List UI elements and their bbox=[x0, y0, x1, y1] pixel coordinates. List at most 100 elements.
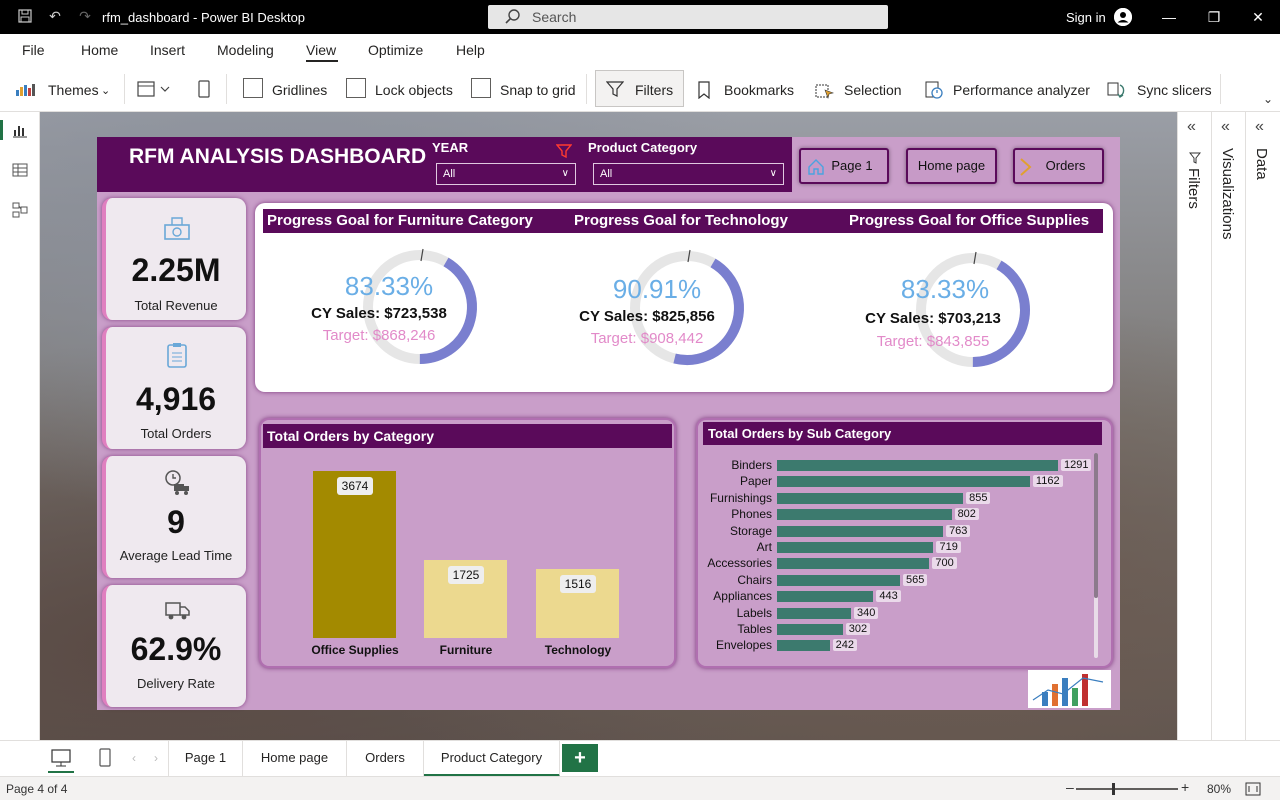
report-title: RFM ANALYSIS DASHBOARD bbox=[129, 145, 427, 168]
zoom-level: 80% bbox=[1207, 782, 1232, 796]
undo-icon[interactable]: ↶ bbox=[46, 8, 64, 26]
sync-slicers-button[interactable]: Sync slicers bbox=[1137, 82, 1212, 98]
mobile-layout-icon[interactable] bbox=[198, 80, 210, 103]
subcategory-value: 855 bbox=[966, 491, 991, 504]
zoom-slider-thumb[interactable] bbox=[1112, 783, 1115, 795]
snap-to-grid-checkbox[interactable] bbox=[471, 78, 491, 98]
tab-home-page[interactable]: Home page bbox=[243, 741, 347, 777]
subcategory-bar[interactable] bbox=[777, 640, 830, 652]
subcategory-bar[interactable] bbox=[777, 492, 964, 504]
chevron-down-icon: ∨ bbox=[769, 168, 777, 179]
data-pane[interactable]: « Data bbox=[1246, 112, 1280, 740]
filter-clear-icon[interactable] bbox=[555, 143, 573, 164]
restore-icon[interactable]: ❐ bbox=[1205, 8, 1223, 26]
kpi-value: 62.9% bbox=[130, 631, 222, 667]
close-icon[interactable]: ✕ bbox=[1249, 8, 1267, 26]
subcategory-bar[interactable] bbox=[777, 542, 934, 553]
zoom-out-icon[interactable]: – bbox=[1066, 779, 1074, 795]
save-icon[interactable] bbox=[16, 8, 34, 26]
model-view-icon[interactable] bbox=[11, 202, 29, 220]
signin-link[interactable]: Sign in bbox=[1066, 10, 1106, 25]
kpi-value: 2.25M bbox=[131, 252, 221, 288]
zoom-slider[interactable] bbox=[1076, 788, 1178, 790]
tab-page1[interactable]: Page 1 bbox=[168, 741, 243, 777]
subcategory-bar[interactable] bbox=[777, 574, 900, 586]
nav-orders-button[interactable]: Orders bbox=[1013, 148, 1104, 184]
menu-insert[interactable]: Insert bbox=[150, 42, 185, 58]
divider bbox=[124, 74, 125, 104]
nav-page1-button[interactable]: Page 1 bbox=[799, 148, 889, 184]
gauge-title: Progress Goal for Furniture Category bbox=[267, 212, 533, 229]
scroll-right-icon[interactable]: › bbox=[154, 751, 158, 765]
bar-chart: 3674 Office Supplies 1725 Furniture 1516 Tech… bbox=[263, 448, 672, 663]
tab-orders[interactable]: Orders bbox=[347, 741, 424, 777]
chart-scrollbar-thumb[interactable] bbox=[1094, 453, 1098, 598]
tab-product-category[interactable]: Product Category bbox=[424, 741, 560, 777]
subcategory-label: Accessories bbox=[707, 556, 772, 571]
expand-filters-icon[interactable]: « bbox=[1187, 118, 1196, 136]
bar[interactable] bbox=[313, 471, 396, 638]
filter-icon bbox=[1189, 152, 1201, 164]
subcategory-value: 565 bbox=[902, 573, 928, 586]
subcategory-bar[interactable] bbox=[777, 558, 930, 570]
menu-help[interactable]: Help bbox=[456, 42, 485, 58]
subcategory-bar[interactable] bbox=[777, 525, 944, 537]
zoom-in-icon[interactable]: + bbox=[1181, 779, 1189, 795]
nav-homepage-button[interactable]: Home page bbox=[906, 148, 997, 184]
year-dropdown[interactable]: All ∨ bbox=[436, 163, 576, 185]
report-view-icon[interactable] bbox=[11, 122, 29, 140]
kpi-value: 9 bbox=[167, 504, 185, 540]
filters-pane[interactable]: « Filters bbox=[1178, 112, 1212, 740]
mobile-layout-icon[interactable] bbox=[98, 747, 112, 774]
scroll-left-icon[interactable]: ‹ bbox=[132, 751, 136, 765]
nav-homepage-label: Home page bbox=[917, 158, 986, 173]
category-dropdown[interactable]: All ∨ bbox=[593, 163, 784, 185]
search-icon bbox=[505, 9, 520, 24]
subcategory-label: Binders bbox=[731, 458, 772, 472]
chevron-down-icon[interactable]: ⌄ bbox=[101, 84, 110, 97]
divider bbox=[226, 74, 227, 104]
gauge-percent: 83.33% bbox=[900, 274, 990, 304]
expand-visualizations-icon[interactable]: « bbox=[1221, 118, 1230, 136]
avatar-icon[interactable] bbox=[1114, 8, 1132, 26]
add-page-button[interactable]: + bbox=[562, 744, 598, 772]
performance-analyzer-button[interactable]: Performance analyzer bbox=[953, 82, 1090, 98]
category-slicer-label: Product Category bbox=[588, 140, 698, 155]
fit-to-page-icon[interactable] bbox=[1245, 782, 1261, 796]
redo-icon[interactable]: ↷ bbox=[76, 8, 94, 26]
bar-data-label: 1516 bbox=[560, 575, 596, 594]
subcategory-bar[interactable] bbox=[777, 591, 874, 603]
search-input[interactable]: Search bbox=[488, 5, 888, 29]
menu-modeling[interactable]: Modeling bbox=[217, 42, 274, 58]
bookmarks-button[interactable]: Bookmarks bbox=[724, 82, 794, 98]
decorative-chart-image bbox=[1028, 670, 1111, 708]
subcategory-label: Envelopes bbox=[715, 638, 772, 653]
filters-button[interactable]: Filters bbox=[595, 70, 684, 107]
expand-data-icon[interactable]: « bbox=[1255, 118, 1264, 136]
selection-button[interactable]: Selection bbox=[844, 82, 902, 98]
subcategory-bar[interactable] bbox=[777, 509, 952, 521]
menu-view[interactable]: View bbox=[306, 42, 336, 58]
page-view-icon[interactable] bbox=[137, 80, 171, 103]
gridlines-checkbox[interactable] bbox=[243, 78, 263, 98]
table-view-icon[interactable] bbox=[11, 162, 29, 180]
visualizations-pane[interactable]: « Visualizations bbox=[1212, 112, 1246, 740]
themes-button[interactable]: Themes bbox=[48, 82, 99, 98]
menu-file[interactable]: File bbox=[22, 42, 45, 58]
filters-pane-label: Filters bbox=[1185, 168, 1202, 209]
menu-optimize[interactable]: Optimize bbox=[368, 42, 423, 58]
subcategory-bar[interactable] bbox=[777, 476, 1030, 488]
gauge-cy-sales: CY Sales: $703,213 bbox=[865, 310, 1001, 327]
subcategory-bar[interactable] bbox=[777, 624, 843, 635]
desktop-layout-icon[interactable] bbox=[48, 747, 74, 773]
minimize-icon[interactable]: — bbox=[1160, 8, 1178, 26]
menu-home[interactable]: Home bbox=[81, 42, 118, 58]
lock-objects-checkbox[interactable] bbox=[346, 78, 366, 98]
subcategory-value: 763 bbox=[946, 524, 971, 537]
subcategory-label: Appliances bbox=[713, 589, 772, 604]
kpi-card-lead-time: 9 Average Lead Time bbox=[102, 456, 246, 578]
ribbon-collapse-icon[interactable]: ⌄ bbox=[1263, 92, 1273, 106]
subcategory-bar[interactable] bbox=[777, 607, 851, 619]
category-value: All bbox=[600, 168, 613, 180]
subcategory-bar[interactable] bbox=[777, 460, 1058, 471]
